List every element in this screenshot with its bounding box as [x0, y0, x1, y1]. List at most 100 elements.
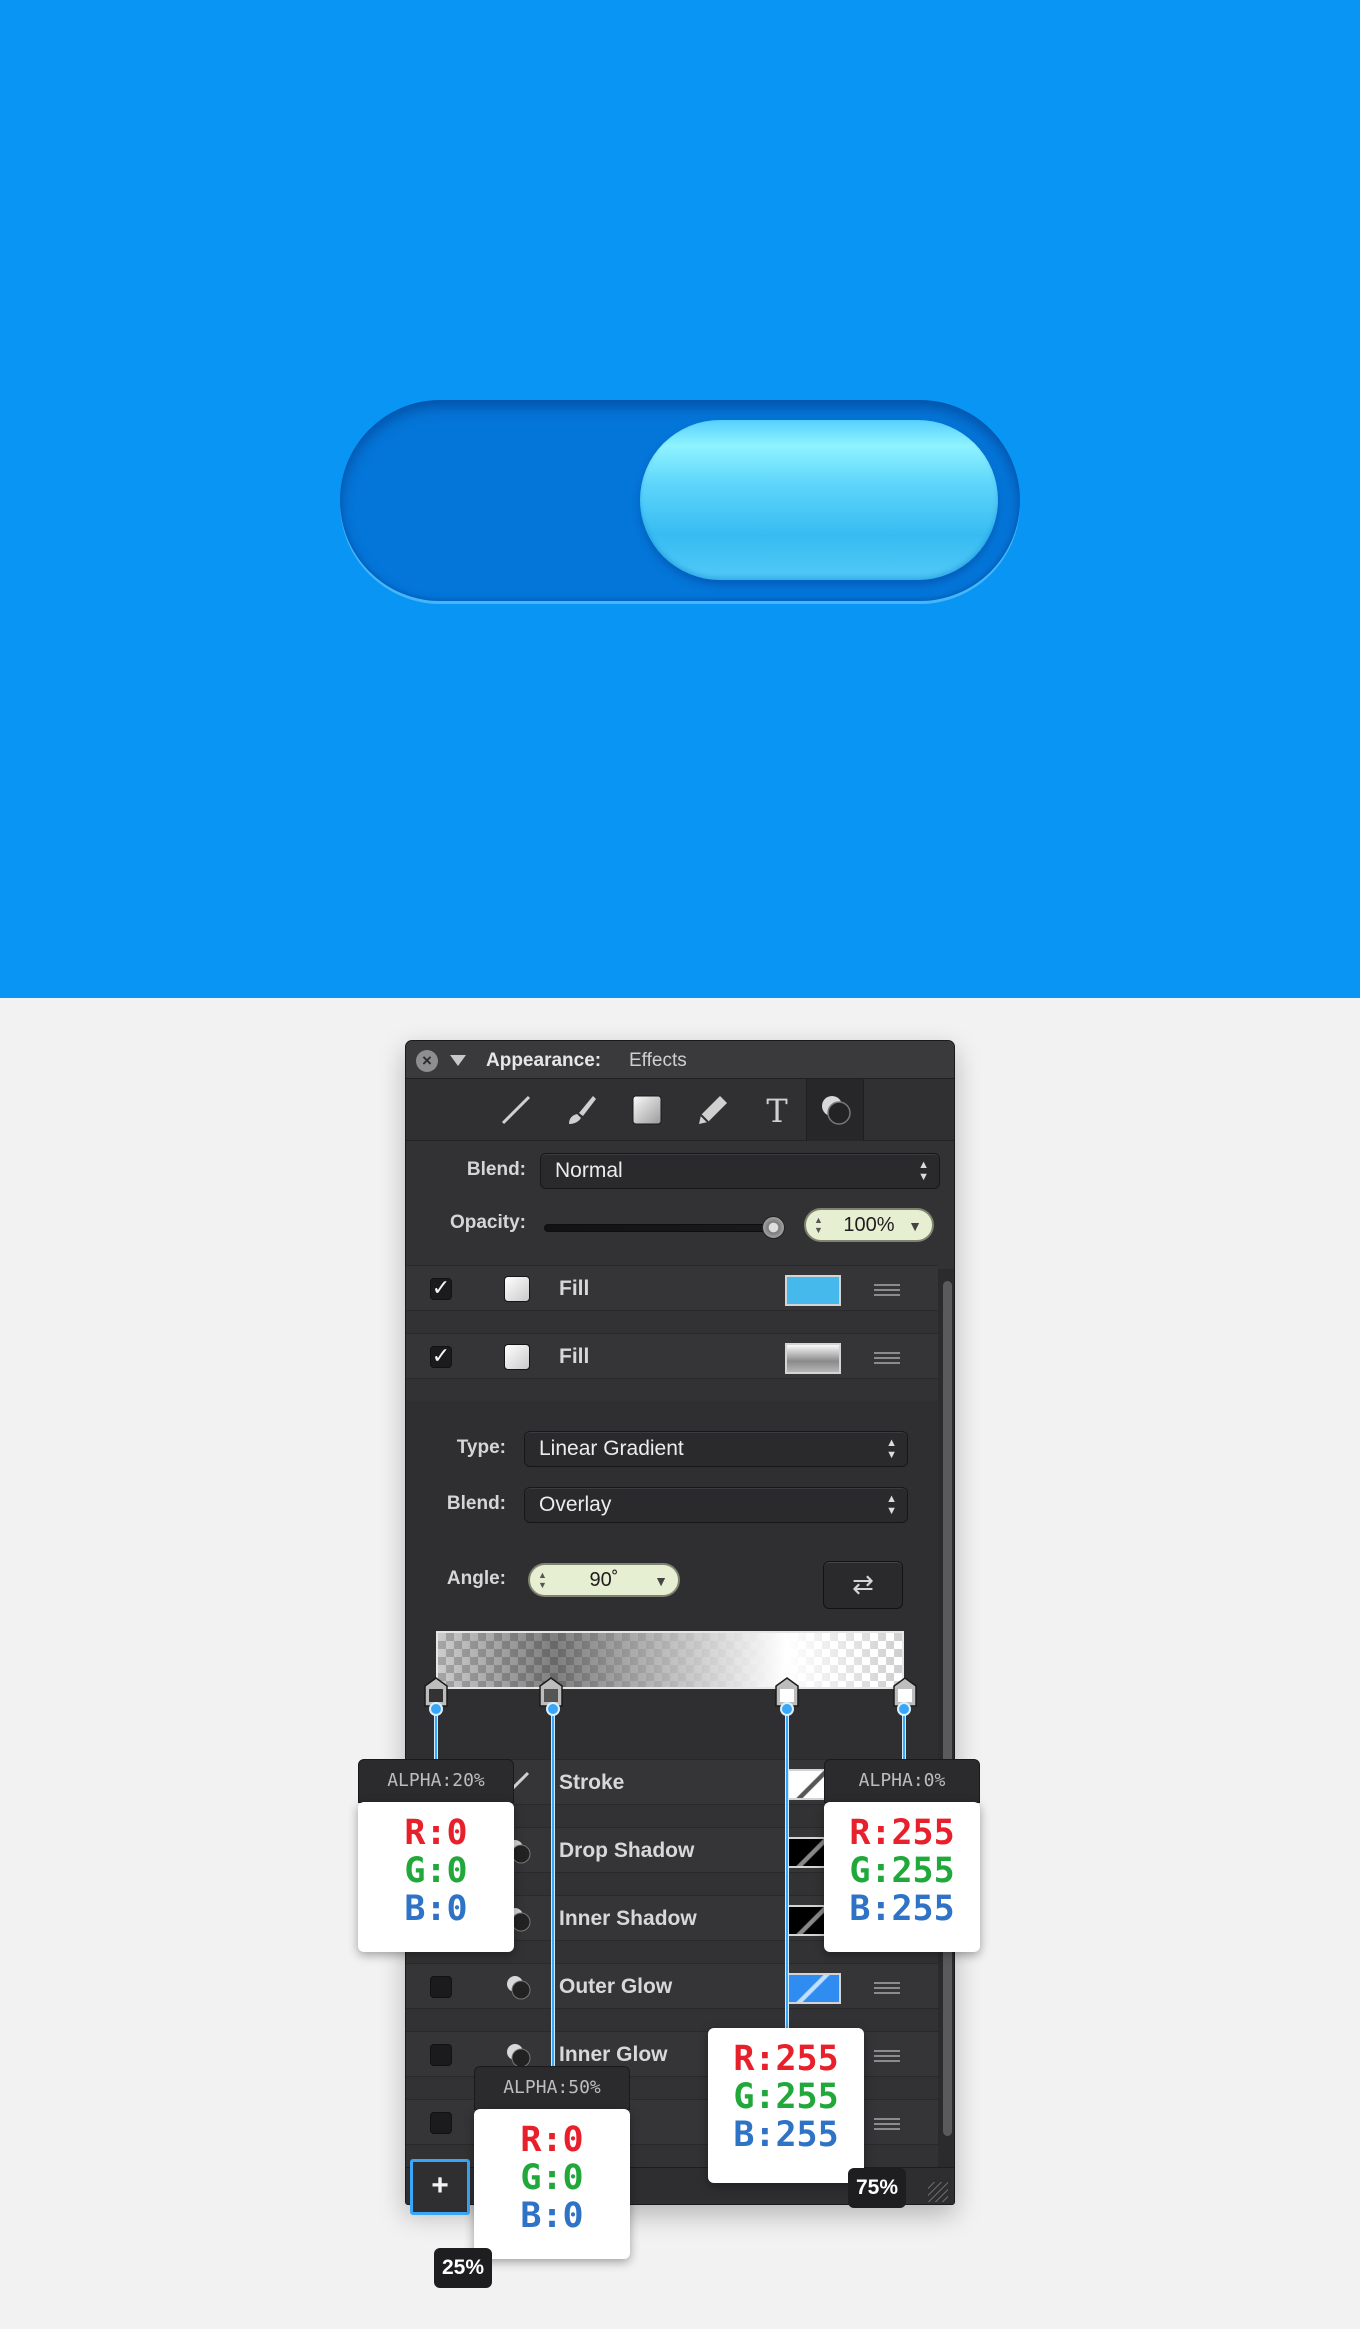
resize-grip-icon[interactable] — [928, 2182, 948, 2202]
fill-enabled-checkbox[interactable]: ✓ — [430, 1345, 452, 1368]
blue-value: B:255 — [849, 1889, 955, 1929]
stop-connector-line — [785, 1706, 789, 2031]
select-arrows-icon: ▲ ▼ — [886, 1437, 897, 1461]
stop-connector-line — [551, 1706, 555, 2114]
opacity-value: 100% — [843, 1214, 895, 1236]
panel-subtitle: Effects — [629, 1050, 687, 1071]
green-value: G:255 — [733, 2077, 839, 2117]
red-value: R:255 — [849, 1813, 955, 1853]
panel-title: Appearance: — [486, 1050, 602, 1071]
drag-handle-icon[interactable] — [874, 1982, 900, 1994]
outer-glow-swatch[interactable] — [785, 1973, 841, 2004]
add-effect-button[interactable]: + — [410, 2159, 470, 2215]
opacity-slider-thumb[interactable] — [762, 1216, 785, 1239]
effect-label: Drop Shadow — [559, 1839, 695, 1862]
brush-icon[interactable] — [563, 1091, 601, 1129]
stop-connector-dot — [546, 1702, 560, 1716]
toggle-knob[interactable] — [640, 420, 998, 580]
fill-enabled-checkbox[interactable]: ✓ — [430, 1277, 452, 1300]
opacity-stepper[interactable]: ▲ ▼ 100% ▼ — [804, 1208, 934, 1242]
svg-text:T: T — [766, 1092, 788, 1129]
angle-value: 90˚ — [589, 1569, 619, 1591]
gradient-swatch[interactable] — [785, 1343, 841, 1374]
swap-icon[interactable]: ⇄ — [823, 1561, 903, 1609]
location-badge: 25% — [434, 2248, 492, 2288]
blend-select[interactable]: Normal ▲ ▼ — [540, 1153, 940, 1189]
select-arrows-icon: ▲ ▼ — [886, 1493, 897, 1517]
effects-icon[interactable] — [806, 1079, 864, 1141]
effect-label: Inner Glow — [559, 2043, 668, 2066]
fill-label: Fill — [559, 1277, 590, 1300]
effect-label: Outer Glow — [559, 1975, 673, 1998]
red-value: R:0 — [404, 1813, 468, 1853]
red-value: R:0 — [520, 2120, 584, 2160]
red-value: R:255 — [733, 2039, 839, 2079]
line-icon[interactable] — [497, 1091, 535, 1129]
effect-enabled-checkbox[interactable] — [430, 2044, 452, 2066]
gradient-blend-select[interactable]: Overlay ▲ ▼ — [524, 1487, 908, 1523]
stop-connector-dot — [429, 1702, 443, 1716]
type-label: Type: — [456, 1437, 506, 1458]
blue-value: B:255 — [733, 2115, 839, 2155]
color-value-card: R:255 G:255 B:255 — [708, 2028, 864, 2183]
drag-handle-icon[interactable] — [874, 1352, 900, 1364]
color-value-card: R:0 G:0 B:0 — [474, 2109, 630, 2259]
gradient-blend-value: Overlay — [539, 1493, 612, 1516]
appearance-panel: × Appearance: Effects T Blend: Normal ▲ ▼… — [405, 1040, 955, 2205]
effect-label: Inner Shadow — [559, 1907, 697, 1930]
alpha-tag: ALPHA:50% — [474, 2066, 630, 2110]
text-icon[interactable]: T — [758, 1091, 796, 1130]
pencil-icon[interactable] — [694, 1091, 732, 1129]
opacity-label: Opacity: — [449, 1212, 526, 1233]
blue-value: B:0 — [520, 2196, 584, 2236]
gradient-blend-label: Blend: — [446, 1493, 506, 1514]
stop-connector-dot — [897, 1702, 911, 1716]
gradient-type-value: Linear Gradient — [539, 1437, 684, 1460]
green-value: G:0 — [520, 2158, 584, 2198]
scrollbar-thumb[interactable] — [943, 1281, 952, 2136]
effect-row-outer-glow[interactable]: Outer Glow — [406, 1963, 938, 2009]
stop-connector-dot — [780, 1702, 794, 1716]
effect-enabled-checkbox[interactable] — [430, 1976, 452, 1998]
fill-icon — [504, 1344, 530, 1370]
blue-value: B:0 — [404, 1889, 468, 1929]
fill-label: Fill — [559, 1345, 590, 1368]
blend-label: Blend: — [466, 1159, 526, 1180]
green-value: G:255 — [849, 1851, 955, 1891]
disclosure-triangle-icon[interactable] — [450, 1055, 466, 1066]
color-value-card: R:255 G:255 B:255 — [824, 1802, 980, 1952]
alpha-tag: ALPHA:0% — [824, 1759, 980, 1803]
appearance-toolbar: T — [406, 1079, 954, 1141]
fill-row[interactable]: ✓ Fill — [406, 1333, 938, 1379]
fill-row[interactable]: ✓ Fill — [406, 1265, 938, 1311]
drag-handle-icon[interactable] — [874, 1284, 900, 1296]
blend-value: Normal — [555, 1159, 623, 1182]
square-icon[interactable] — [628, 1091, 666, 1129]
glow-icon — [507, 1976, 531, 2000]
angle-stepper[interactable]: ▲ ▼ 90˚ ▼ — [528, 1563, 680, 1597]
panel-scrollbar[interactable] — [938, 1269, 954, 2169]
glow-icon — [507, 2044, 531, 2068]
toggle-preview-canvas — [0, 0, 1360, 998]
select-arrows-icon: ▲ ▼ — [918, 1159, 929, 1183]
stepper-arrows-icon[interactable]: ▲ ▼ — [814, 1215, 823, 1235]
effect-label: Stroke — [559, 1771, 625, 1794]
green-value: G:0 — [404, 1851, 468, 1891]
chevron-down-icon[interactable]: ▼ — [654, 1566, 668, 1596]
effect-enabled-checkbox[interactable] — [430, 2112, 452, 2134]
chevron-down-icon[interactable]: ▼ — [908, 1211, 922, 1241]
gradient-preview-bar[interactable] — [436, 1631, 904, 1689]
close-icon[interactable]: × — [416, 1050, 438, 1072]
opacity-slider-track[interactable] — [544, 1224, 778, 1232]
location-badge: 75% — [848, 2168, 906, 2208]
stepper-arrows-icon[interactable]: ▲ ▼ — [538, 1570, 547, 1590]
drag-handle-icon[interactable] — [874, 2118, 900, 2130]
color-value-card: R:0 G:0 B:0 — [358, 1802, 514, 1952]
alpha-tag: ALPHA:20% — [358, 1759, 514, 1803]
panel-titlebar: × Appearance: Effects — [406, 1041, 954, 1079]
fill-icon — [504, 1276, 530, 1302]
gradient-type-select[interactable]: Linear Gradient ▲ ▼ — [524, 1431, 908, 1467]
fill-color-swatch[interactable] — [785, 1275, 841, 1306]
drag-handle-icon[interactable] — [874, 2050, 900, 2062]
angle-label: Angle: — [446, 1568, 506, 1589]
